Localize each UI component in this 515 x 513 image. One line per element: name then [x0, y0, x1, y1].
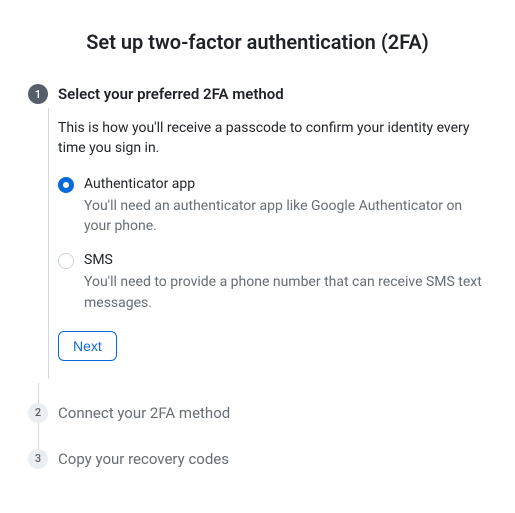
option-authenticator-app[interactable]: Authenticator app You'll need an authent…: [58, 175, 487, 237]
page-title: Set up two-factor authentication (2FA): [28, 30, 487, 54]
step-2-title: Connect your 2FA method: [58, 403, 487, 423]
step-1-description: This is how you'll receive a passcode to…: [58, 118, 487, 159]
step-3-badge: 3: [28, 449, 48, 469]
radio-unselected-icon: [58, 253, 74, 269]
step-1-badge: 1: [28, 84, 48, 104]
step-1-body: This is how you'll receive a passcode to…: [58, 104, 487, 375]
radio-selected-icon: [58, 177, 74, 193]
option-authenticator-label: Authenticator app: [84, 175, 487, 195]
option-authenticator-desc: You'll need an authenticator app like Go…: [84, 196, 487, 237]
step-3-title: Copy your recovery codes: [58, 449, 487, 469]
steps-list: 1 Select your preferred 2FA method This …: [28, 84, 487, 469]
step-connector: [38, 423, 39, 449]
step-3: 3 Copy your recovery codes: [28, 449, 487, 469]
step-2: 2 Connect your 2FA method: [28, 403, 487, 423]
step-1: 1 Select your preferred 2FA method This …: [28, 84, 487, 383]
option-sms-label: SMS: [84, 251, 487, 271]
step-connector: [48, 108, 49, 379]
step-connector: [38, 383, 39, 403]
option-sms-desc: You'll need to provide a phone number th…: [84, 272, 487, 313]
next-button[interactable]: Next: [58, 331, 117, 361]
option-sms[interactable]: SMS You'll need to provide a phone numbe…: [58, 251, 487, 313]
step-2-badge: 2: [28, 403, 48, 423]
step-1-title: Select your preferred 2FA method: [58, 84, 487, 104]
